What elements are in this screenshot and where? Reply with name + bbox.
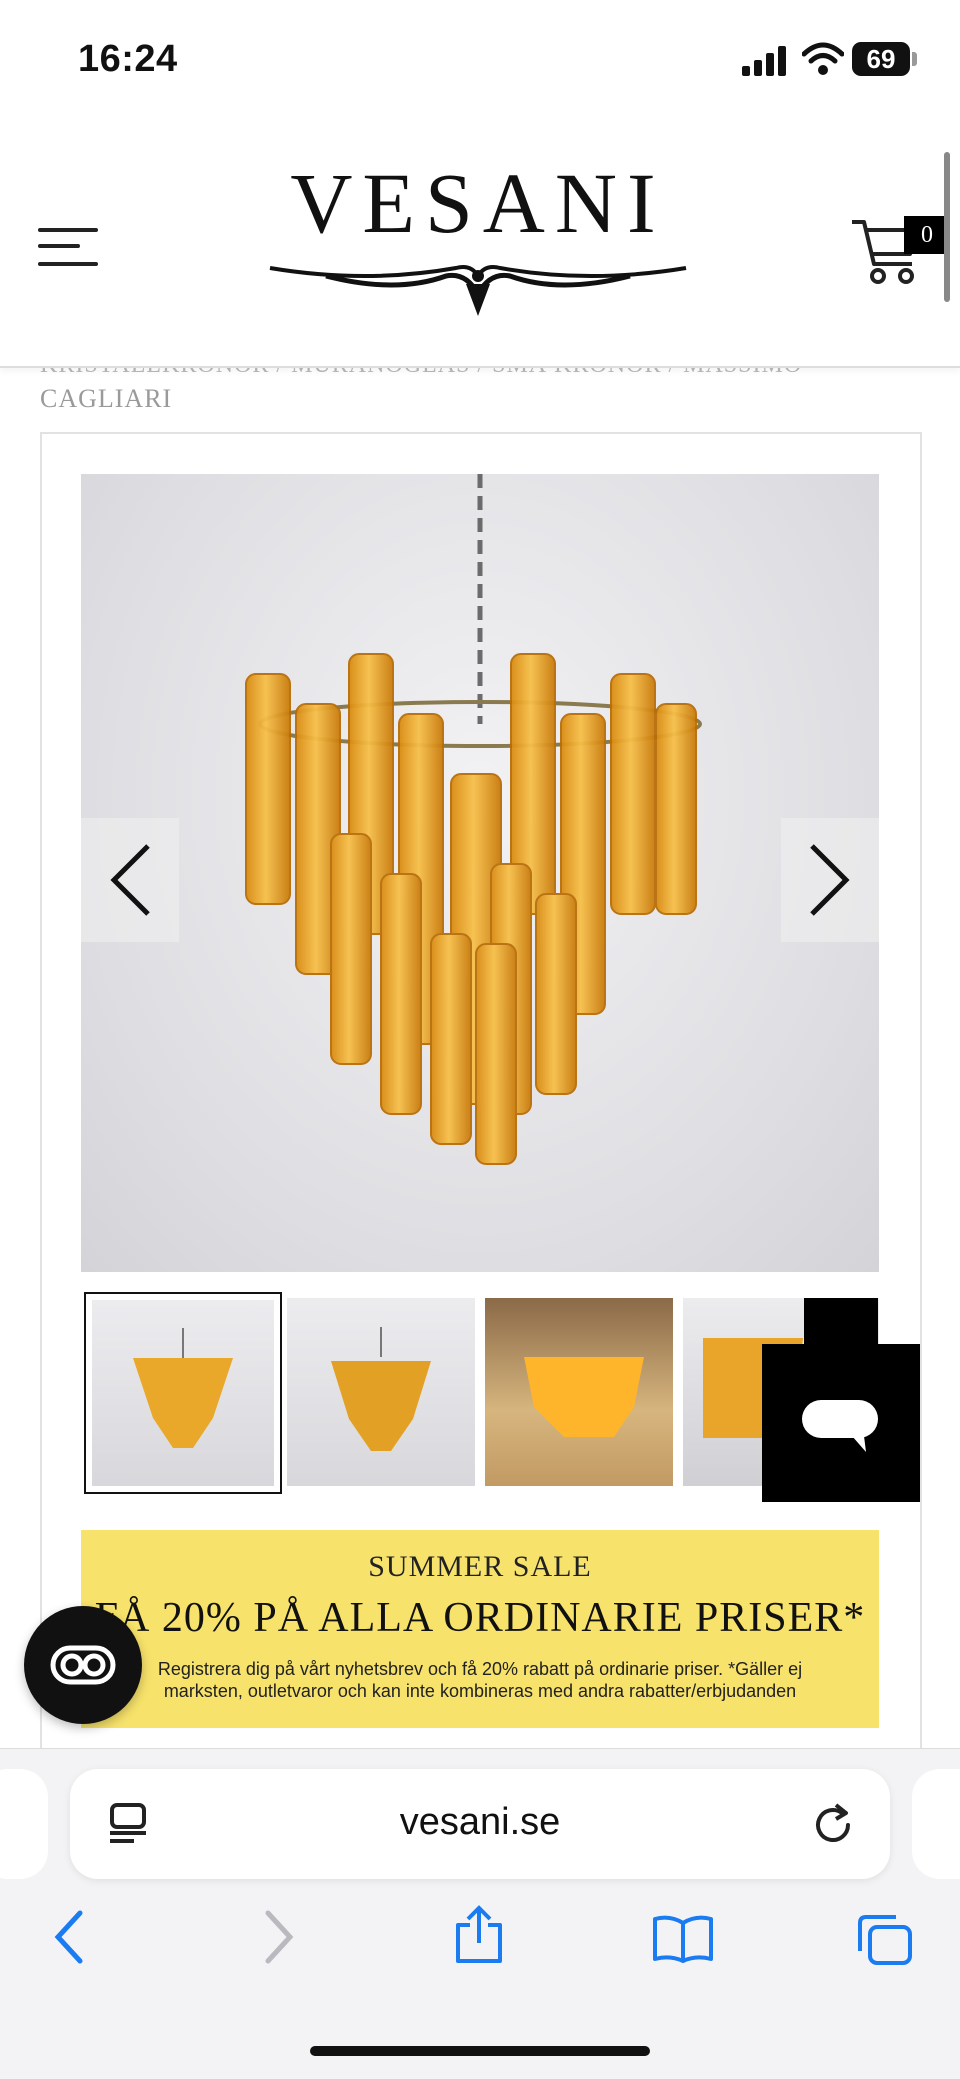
- scroll-indicator: [944, 152, 950, 302]
- toggle-widget-icon: [50, 1645, 116, 1685]
- chat-icon: [802, 1400, 878, 1452]
- thumbnail-3[interactable]: [485, 1298, 673, 1486]
- site-header: VESANI: [0, 120, 960, 368]
- status-time: 16:24: [78, 38, 178, 80]
- bookmarks-icon[interactable]: [652, 1915, 714, 1963]
- forward-icon[interactable]: [262, 1909, 296, 1965]
- signal-icon: [742, 46, 786, 76]
- url-text: vesani.se: [399, 1801, 561, 1843]
- next-tab-peek[interactable]: [912, 1769, 960, 1879]
- thumbnail-2[interactable]: [287, 1298, 475, 1486]
- logo-ornament-icon: [269, 265, 687, 316]
- logo-text: VESANI: [290, 155, 666, 251]
- gallery-prev-button[interactable]: [81, 818, 179, 942]
- summer-sale-banner[interactable]: SUMMER SALE FÅ 20% PÅ ALLA ORDINARIE PRI…: [81, 1530, 879, 1728]
- thumbnail-chandelier-icon: [524, 1357, 644, 1437]
- reload-icon[interactable]: [812, 1801, 856, 1847]
- thumbnail-chandelier-icon: [133, 1328, 233, 1448]
- gallery-next-button[interactable]: [781, 818, 879, 942]
- site-logo[interactable]: VESANI: [266, 158, 690, 318]
- battery-tip: [912, 52, 917, 66]
- wifi-icon: [802, 42, 844, 75]
- tabs-icon[interactable]: [856, 1913, 914, 1967]
- share-icon[interactable]: [454, 1905, 504, 1965]
- address-bar[interactable]: vesani.se: [70, 1769, 890, 1879]
- breadcrumb-current[interactable]: CAGLIARI: [40, 384, 172, 414]
- sale-title: SUMMER SALE: [368, 1550, 592, 1583]
- thumbnail-chandelier-icon: [331, 1327, 431, 1451]
- chandelier-image: [245, 474, 702, 1165]
- chat-widget-button[interactable]: [762, 1344, 920, 1502]
- sale-headline: FÅ 20% PÅ ALLA ORDINARIE PRISER*: [94, 1595, 866, 1641]
- thumbnail-1[interactable]: [84, 1292, 282, 1494]
- product-main-image[interactable]: [81, 474, 879, 1272]
- chevron-left-icon: [110, 844, 150, 916]
- home-indicator: [310, 2046, 650, 2056]
- chat-widget-tab[interactable]: [804, 1298, 878, 1346]
- back-icon[interactable]: [52, 1909, 86, 1965]
- sale-body: Registrera dig på vårt nyhetsbrev och få…: [157, 1659, 803, 1701]
- browser-toolbar: vesani.se: [0, 1748, 960, 2079]
- battery-indicator: 69: [852, 42, 910, 76]
- chevron-right-icon: [810, 844, 850, 916]
- menu-icon[interactable]: [38, 224, 98, 270]
- previous-tab-peek[interactable]: [0, 1769, 48, 1879]
- accessibility-widget-button[interactable]: [24, 1606, 142, 1724]
- status-bar: 16:24 69: [0, 0, 960, 120]
